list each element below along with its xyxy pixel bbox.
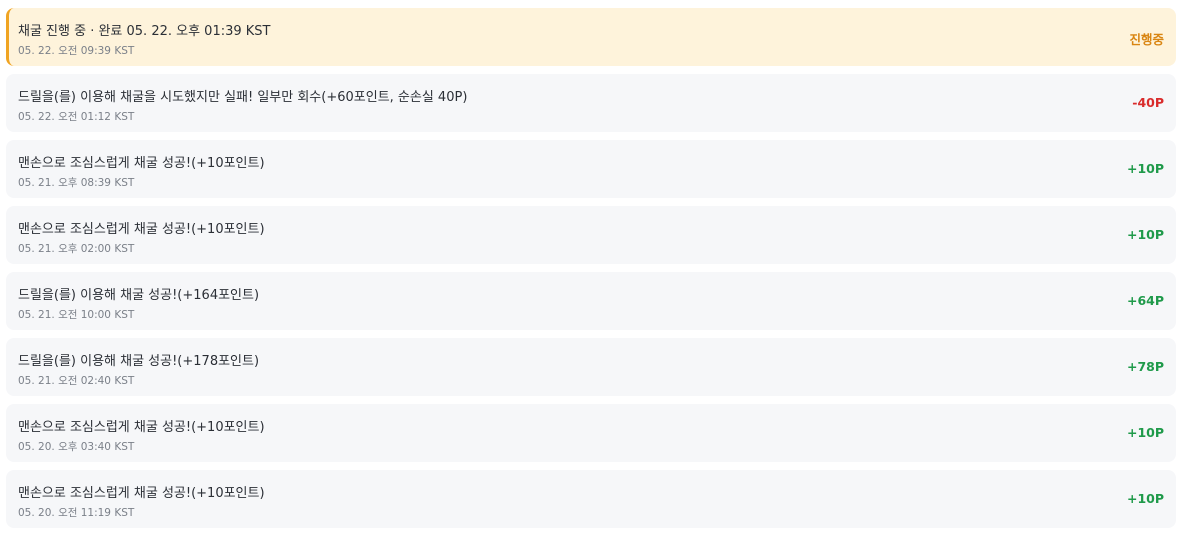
item-timestamp: 05. 22. 오전 01:12 KST: [18, 111, 135, 123]
item-title: 맨손으로 조심스럽게 채굴 성공!(+10포인트): [18, 420, 265, 435]
item-title: 채굴 진행 중 · 완료 05. 22. 오후 01:39 KST: [18, 24, 271, 39]
list-item: 드릴을(를) 이용해 채굴 성공!(+178포인트) 05. 21. 오전 02…: [6, 338, 1176, 396]
points-amount: +78P: [1126, 359, 1164, 374]
item-timestamp: 05. 21. 오후 02:00 KST: [18, 243, 135, 255]
list-item: 드릴을(를) 이용해 채굴 성공!(+164포인트) 05. 21. 오전 10…: [6, 272, 1176, 330]
list-item: 맨손으로 조심스럽게 채굴 성공!(+10포인트) 05. 20. 오전 11:…: [6, 470, 1176, 528]
item-title: 맨손으로 조심스럽게 채굴 성공!(+10포인트): [18, 156, 265, 171]
list-item: 맨손으로 조심스럽게 채굴 성공!(+10포인트) 05. 20. 오후 03:…: [6, 404, 1176, 462]
item-timestamp: 05. 21. 오후 08:39 KST: [18, 177, 135, 189]
list-item: 채굴 진행 중 · 완료 05. 22. 오후 01:39 KST 05. 22…: [6, 8, 1176, 66]
points-amount: +10P: [1126, 425, 1164, 440]
list-item: 드릴을(를) 이용해 채굴을 시도했지만 실패! 일부만 회수(+60포인트, …: [6, 74, 1176, 132]
item-title: 드릴을(를) 이용해 채굴 성공!(+178포인트): [18, 354, 260, 369]
item-title: 드릴을(를) 이용해 채굴 성공!(+164포인트): [18, 288, 260, 303]
item-timestamp: 05. 21. 오전 10:00 KST: [18, 309, 135, 321]
status-badge: 진행중: [1129, 32, 1164, 47]
list-item: 맨손으로 조심스럽게 채굴 성공!(+10포인트) 05. 21. 오후 08:…: [6, 140, 1176, 198]
item-title: 드릴을(를) 이용해 채굴을 시도했지만 실패! 일부만 회수(+60포인트, …: [18, 90, 468, 105]
item-title: 맨손으로 조심스럽게 채굴 성공!(+10포인트): [18, 222, 265, 237]
points-amount: +10P: [1126, 491, 1164, 506]
points-amount: +64P: [1126, 293, 1164, 308]
points-amount: -40P: [1132, 95, 1164, 110]
item-timestamp: 05. 22. 오전 09:39 KST: [18, 45, 135, 57]
item-timestamp: 05. 21. 오전 02:40 KST: [18, 375, 135, 387]
item-title: 맨손으로 조심스럽게 채굴 성공!(+10포인트): [18, 486, 265, 501]
points-amount: +10P: [1126, 161, 1164, 176]
mining-history-list: 채굴 진행 중 · 완료 05. 22. 오후 01:39 KST 05. 22…: [0, 0, 1189, 534]
points-amount: +10P: [1126, 227, 1164, 242]
list-item: 맨손으로 조심스럽게 채굴 성공!(+10포인트) 05. 21. 오후 02:…: [6, 206, 1176, 264]
item-timestamp: 05. 20. 오전 11:19 KST: [18, 507, 135, 519]
item-timestamp: 05. 20. 오후 03:40 KST: [18, 441, 135, 453]
